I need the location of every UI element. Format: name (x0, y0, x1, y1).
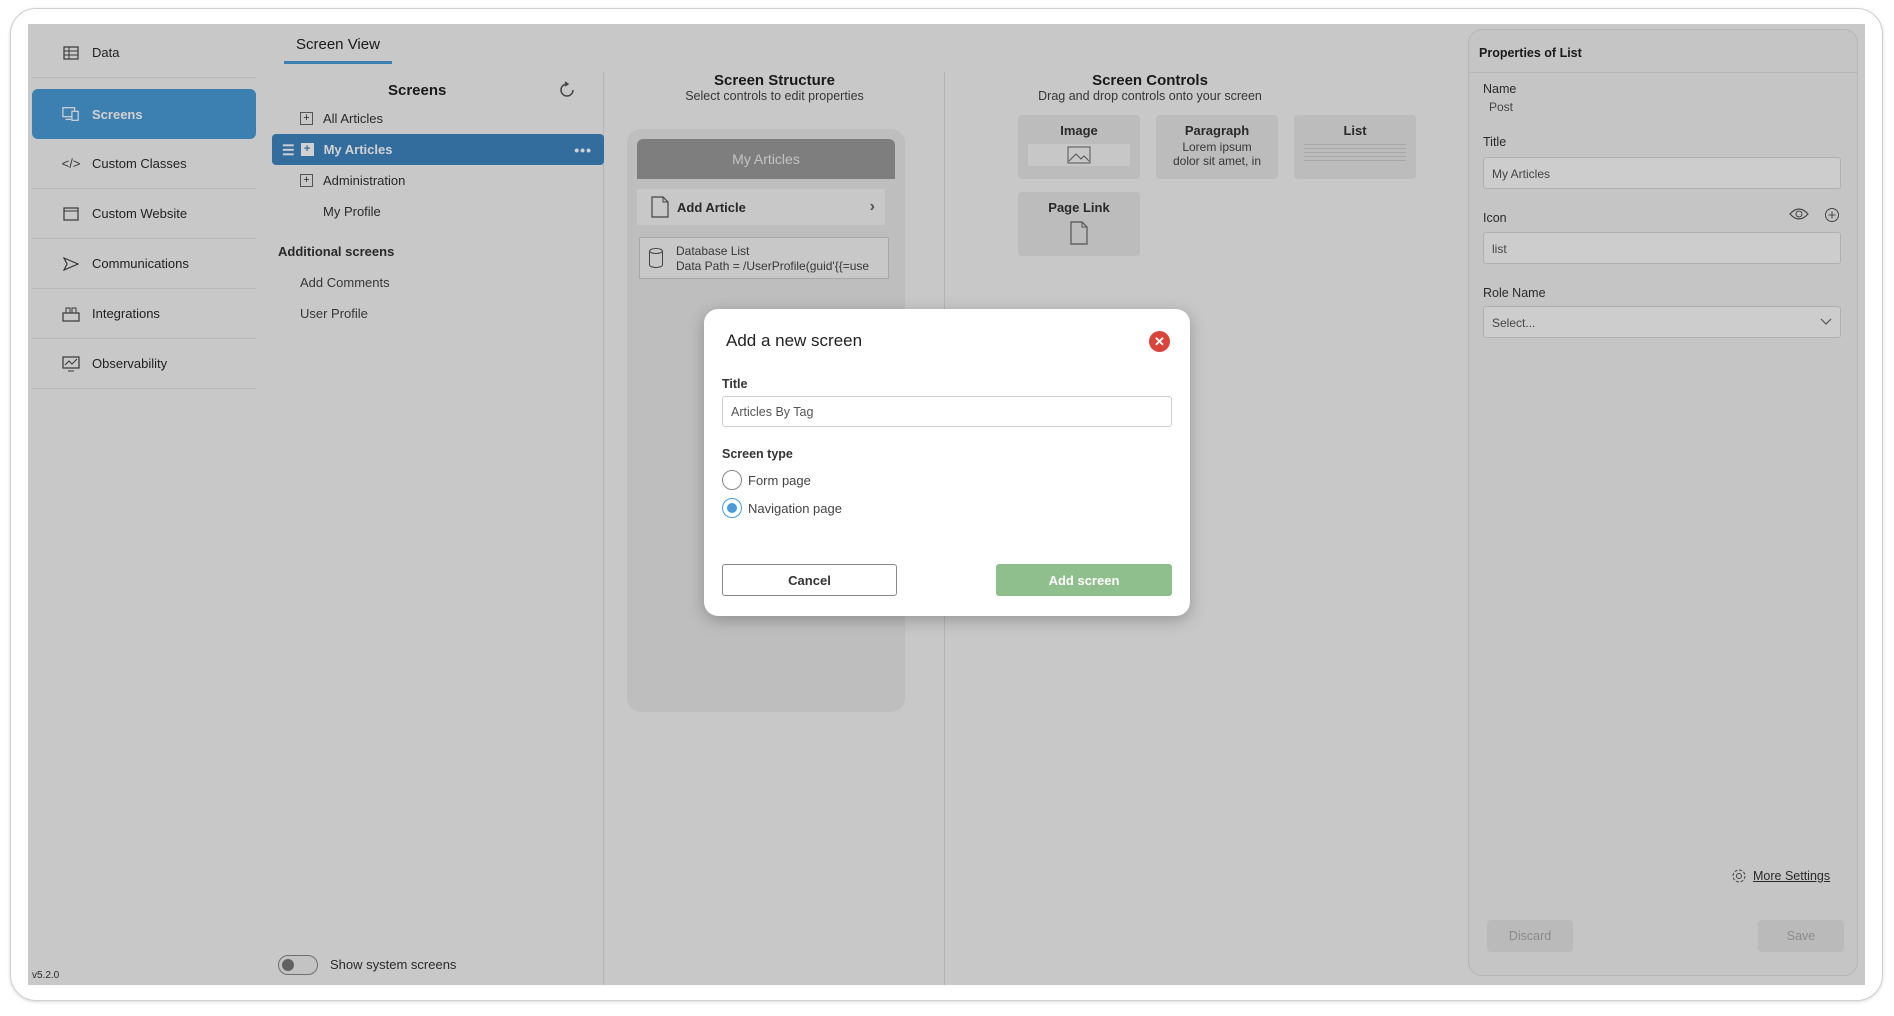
dialog-title: Add a new screen (726, 331, 863, 350)
radio-form-page[interactable]: Form page (722, 470, 811, 490)
close-icon[interactable]: ✕ (1149, 331, 1170, 352)
radio-label: Form page (748, 472, 811, 488)
add-screen-dialog: Add a new screen ✕ Title Screen type For… (704, 309, 1190, 616)
screen-type-label: Screen type (722, 447, 793, 461)
title-input[interactable] (722, 396, 1172, 427)
radio-button[interactable] (722, 470, 742, 490)
radio-navigation-page[interactable]: Navigation page (722, 498, 842, 518)
title-label: Title (722, 377, 748, 391)
radio-button[interactable] (722, 498, 742, 518)
add-screen-button[interactable]: Add screen (996, 564, 1172, 596)
radio-label: Navigation page (748, 500, 842, 516)
cancel-button[interactable]: Cancel (722, 564, 897, 596)
